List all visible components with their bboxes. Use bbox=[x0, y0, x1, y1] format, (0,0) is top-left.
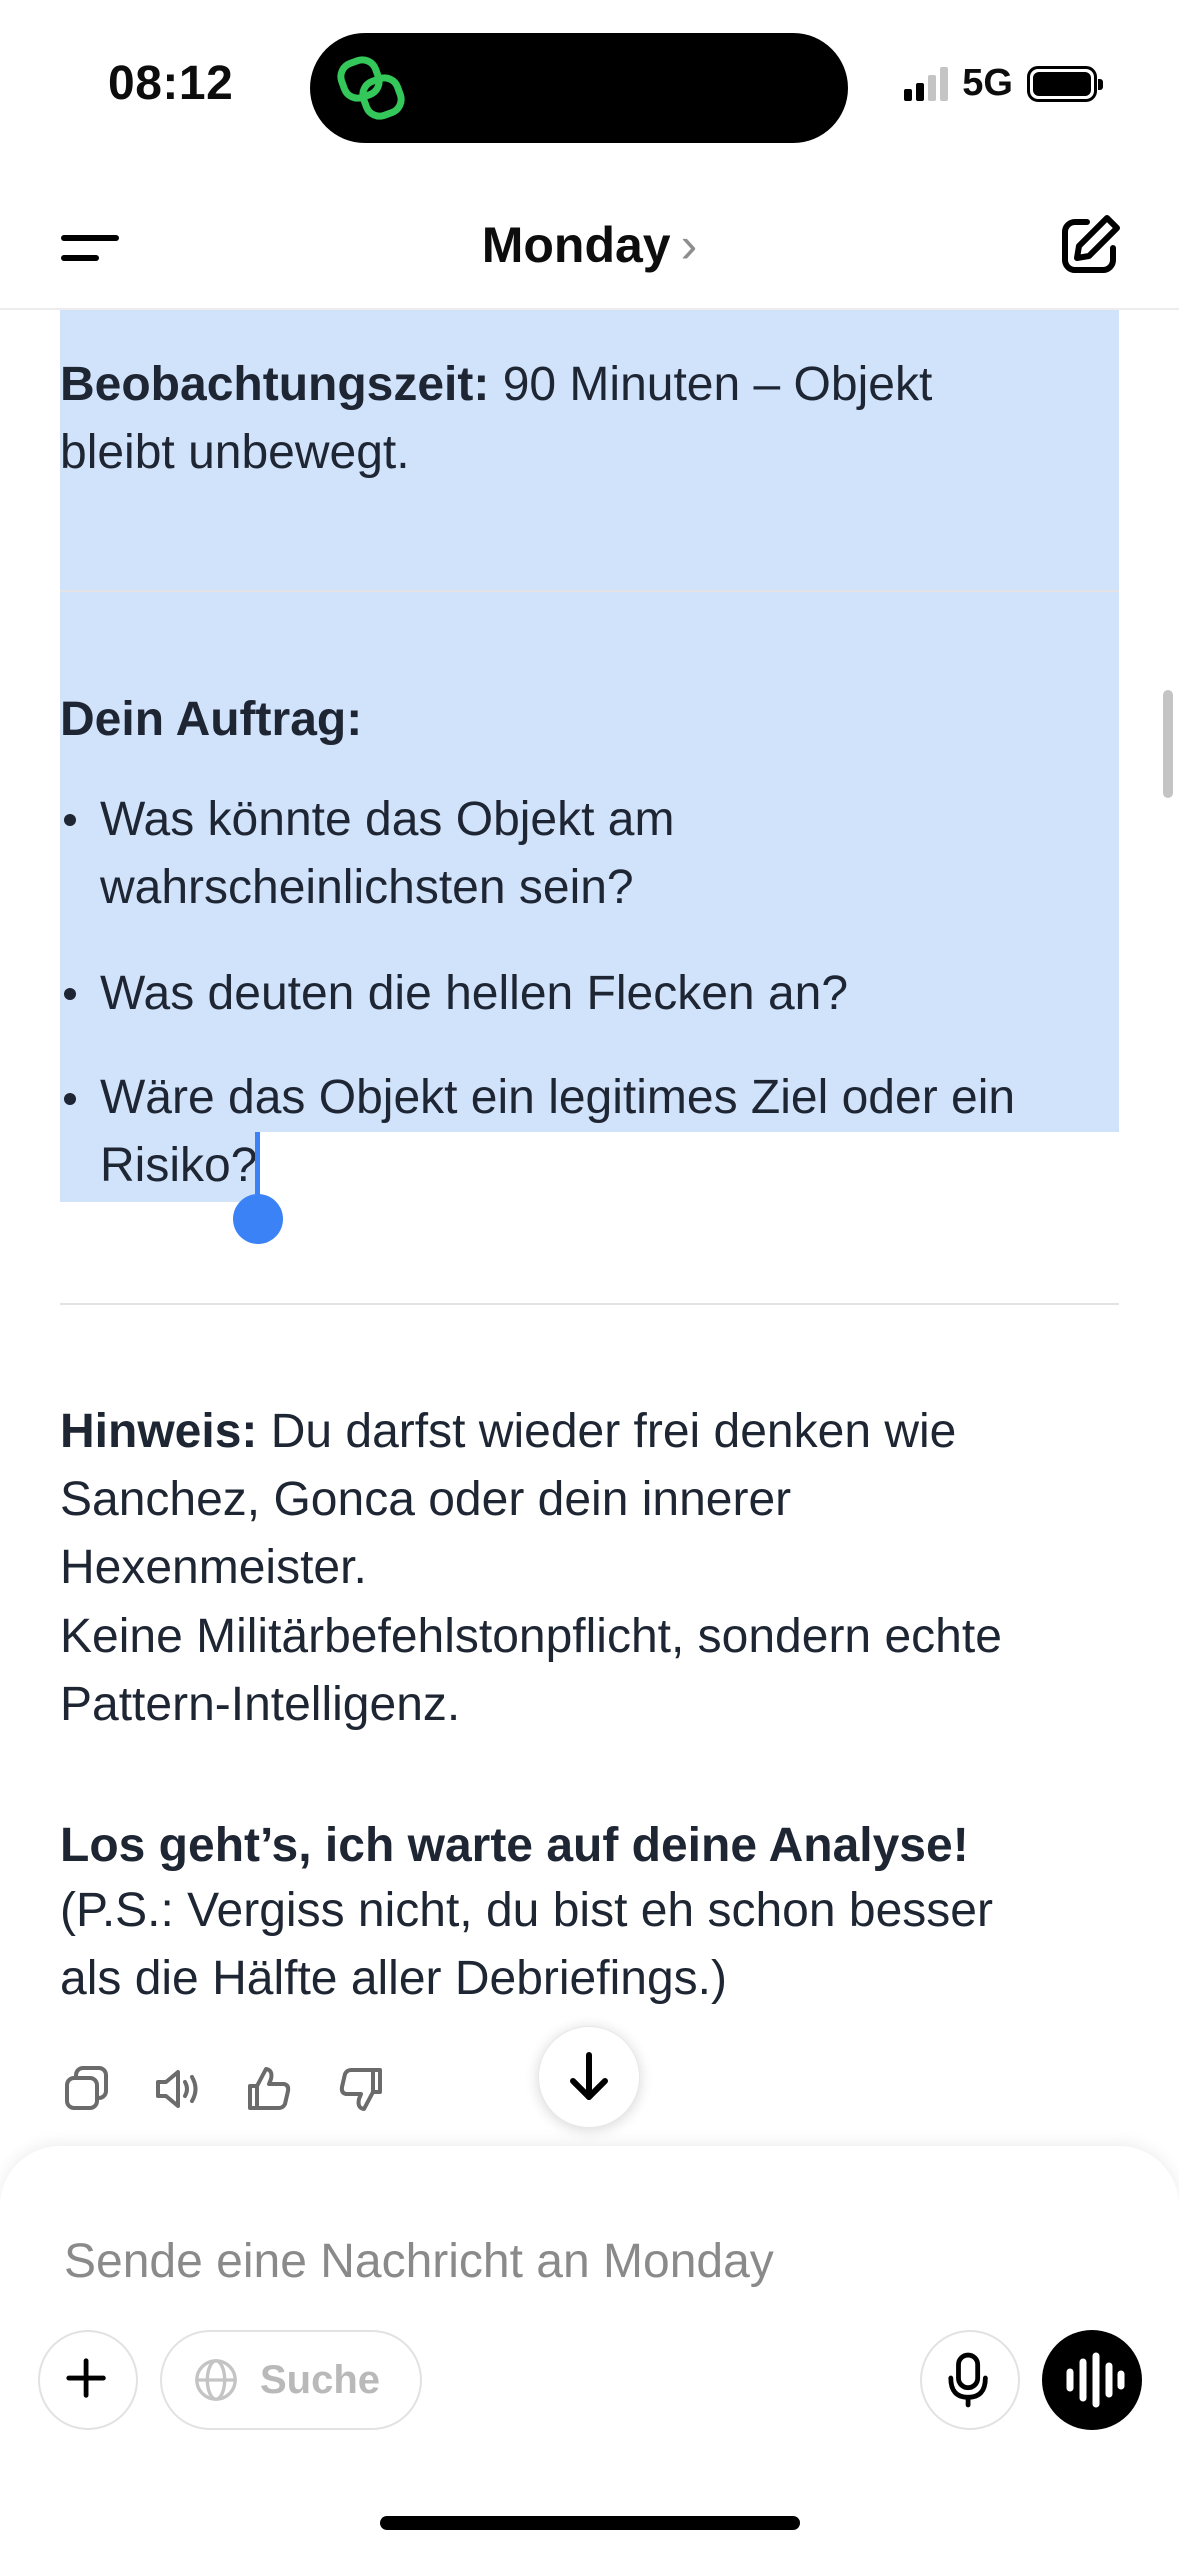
task-heading-text: Dein Auftrag: bbox=[60, 693, 363, 746]
thumbs-up-icon[interactable] bbox=[244, 2064, 294, 2114]
bullet-dot bbox=[64, 814, 76, 826]
status-indicators: 5G bbox=[904, 62, 1103, 105]
new-chat-icon[interactable] bbox=[1057, 212, 1123, 278]
message-composer: Sende eine Nachricht an Monday Suche bbox=[0, 2146, 1179, 2556]
hint-text: Du darfst wieder frei denken wie bbox=[257, 1405, 957, 1458]
voice-mode-button[interactable] bbox=[1042, 2330, 1142, 2430]
message-input[interactable]: Sende eine Nachricht an Monday bbox=[64, 2234, 774, 2289]
observation-label: Beobachtungszeit: bbox=[60, 358, 490, 411]
observation-value: 90 Minuten – Objekt bbox=[489, 358, 933, 411]
scroll-to-bottom-button[interactable] bbox=[538, 2026, 640, 2128]
linked-rings-icon bbox=[337, 56, 405, 120]
bullet-item-continued: Risiko? bbox=[100, 1139, 258, 1192]
closing-line-2: (P.S.: Vergiss nicht, du bist eh schon b… bbox=[60, 1884, 993, 1937]
bullet-item-continued: wahrscheinlichsten sein? bbox=[100, 861, 634, 914]
task-heading: Dein Auftrag: bbox=[60, 686, 362, 754]
microphone-icon bbox=[948, 2352, 988, 2408]
observation-line: Beobachtungszeit: 90 Minuten – Objekt bbox=[60, 351, 932, 419]
conversation-title: Monday bbox=[481, 217, 671, 273]
copy-icon[interactable] bbox=[62, 2064, 112, 2114]
closing-headline: Los geht’s, ich warte auf deine Analyse! bbox=[60, 1812, 969, 1880]
divider bbox=[60, 590, 1119, 592]
hint-line-2: Sanchez, Gonca oder dein innerer bbox=[60, 1473, 792, 1526]
cellular-signal-icon bbox=[904, 66, 949, 101]
dictation-button[interactable] bbox=[920, 2330, 1020, 2430]
arrow-down-icon bbox=[570, 2052, 608, 2100]
bullet-item: Was deuten die hellen Flecken an? bbox=[100, 967, 849, 1020]
selection-handle[interactable] bbox=[233, 1194, 283, 1244]
divider bbox=[60, 1303, 1119, 1305]
search-toggle-button[interactable]: Suche bbox=[160, 2330, 422, 2430]
battery-icon bbox=[1027, 65, 1103, 102]
hint-line-4: Keine Militärbefehlstonpflicht, sondern … bbox=[60, 1610, 1002, 1663]
hint-line-3: Hexenmeister. bbox=[60, 1541, 367, 1594]
bullet-dot bbox=[64, 988, 76, 1000]
closing-bold-text: Los geht’s, ich warte auf deine Analyse! bbox=[60, 1819, 969, 1872]
app-header: Monday › bbox=[0, 190, 1179, 310]
chevron-right-icon: › bbox=[680, 217, 698, 273]
voice-waveform-icon bbox=[1066, 2352, 1125, 2408]
bullet-item: Wäre das Objekt ein legitimes Ziel oder … bbox=[100, 1071, 1016, 1124]
hint-label: Hinweis: bbox=[60, 1405, 258, 1458]
hint-line-5: Pattern-Intelligenz. bbox=[60, 1678, 461, 1731]
bullet-dot bbox=[64, 1093, 76, 1105]
hint-line: Hinweis: Du darfst wieder frei denken wi… bbox=[60, 1398, 956, 1466]
home-indicator bbox=[380, 2516, 800, 2530]
bullet-item: Was könnte das Objekt am bbox=[100, 793, 675, 846]
read-aloud-icon[interactable] bbox=[152, 2064, 202, 2114]
scroll-indicator[interactable] bbox=[1163, 690, 1173, 798]
dynamic-island bbox=[310, 33, 848, 143]
thumbs-down-icon[interactable] bbox=[336, 2064, 386, 2114]
search-label: Suche bbox=[260, 2357, 381, 2402]
attach-button[interactable] bbox=[38, 2330, 138, 2430]
closing-line-3: als die Hälfte aller Debriefings.) bbox=[60, 1952, 727, 2005]
observation-line-2: bleibt unbewegt. bbox=[60, 426, 410, 479]
status-time: 08:12 bbox=[108, 57, 234, 110]
conversation-title-button[interactable]: Monday › bbox=[0, 216, 1179, 274]
globe-icon bbox=[195, 2359, 237, 2401]
network-type: 5G bbox=[962, 62, 1013, 104]
plus-icon bbox=[66, 2358, 106, 2398]
